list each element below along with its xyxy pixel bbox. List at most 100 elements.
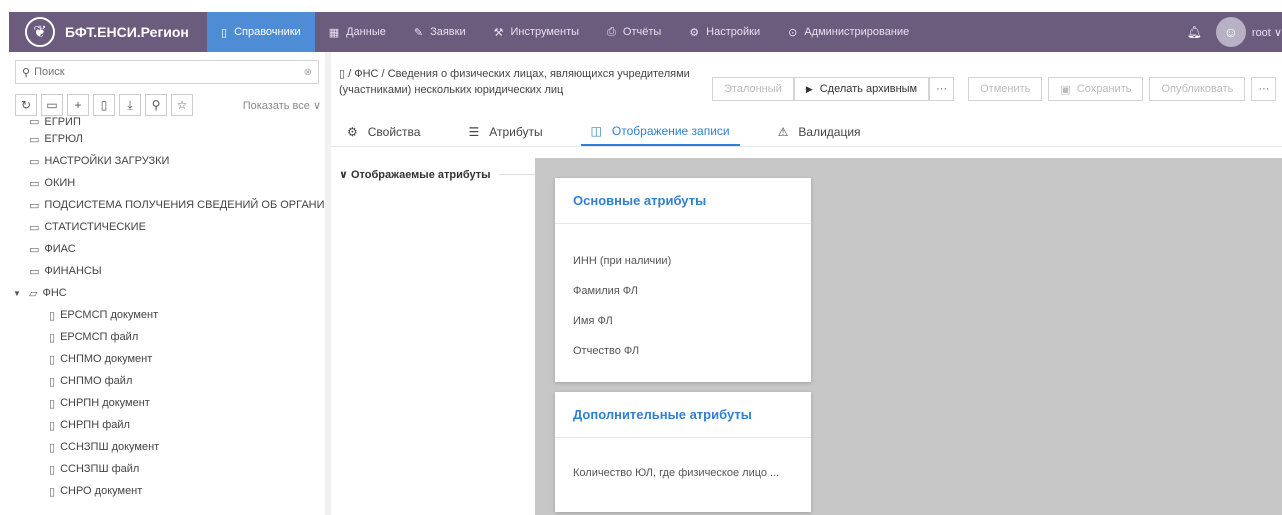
warning-icon: ⚠	[777, 125, 789, 139]
make-archive-button[interactable]: ▶ Сделать архивным	[793, 77, 930, 101]
make-archive-label: Сделать архивным	[819, 83, 918, 95]
user-menu[interactable]: root ∨	[1252, 26, 1282, 39]
tree-item[interactable]: ▯ ЕРСМСП документ	[9, 304, 325, 326]
tree-item[interactable]: ▯ СНПМО документ	[9, 348, 325, 370]
book-icon: ▯	[221, 26, 228, 39]
folder-icon: ▭	[29, 265, 40, 278]
tree-item[interactable]: ▭ ЕГРЮЛ	[9, 128, 325, 150]
tree-item-label: ЕГРИП	[44, 116, 81, 128]
tree-item[interactable]: ▭ НАСТРОЙКИ ЗАГРУЗКИ	[9, 150, 325, 172]
displayed-attributes-toggle[interactable]: ∨ Отображаемые атрибуты	[339, 168, 491, 181]
nav-item-administration[interactable]: ⊙ Администрирование	[774, 12, 923, 52]
tab-label: Свойства	[367, 125, 421, 139]
tree-item[interactable]: ▯ ССНЗПШ документ	[9, 436, 325, 458]
nav-item-requests[interactable]: ✎ Заявки	[400, 12, 480, 52]
tree-item[interactable]: ▭ ФИАС	[9, 238, 325, 260]
nav-item-settings[interactable]: ⚙ Настройки	[675, 12, 774, 52]
tree-item[interactable]: ▭ СТАТИСТИЧЕСКИЕ	[9, 216, 325, 238]
tree-item-expanded[interactable]: ▼ ▱ ФНС	[9, 282, 325, 304]
breadcrumb-text[interactable]: / ФНС / Сведения о физических лицах, явл…	[339, 68, 690, 96]
show-all-dropdown[interactable]: Показать все ∨	[243, 99, 321, 112]
tree-item-label: ФИНАНСЫ	[44, 265, 102, 277]
tree-item[interactable]: ▯ СНПМО файл	[9, 370, 325, 392]
card-body: Количество ЮЛ, где физическое лицо ...	[555, 438, 811, 498]
tree-item-label: ФНС	[42, 287, 67, 299]
directory-tree: ▭ ЕГРИП ▭ ЕГРЮЛ ▭ НАСТРОЙКИ ЗАГРУЗКИ ▭ ОКИН …	[9, 116, 325, 502]
tree-item[interactable]: ▯ СНРПН документ	[9, 392, 325, 414]
favorite-button[interactable]: ☆	[171, 94, 193, 116]
tree-item-label: ССНЗПШ файл	[60, 463, 140, 475]
file-icon: ▯	[49, 397, 56, 410]
nav-item-directories[interactable]: ▯ Справочники	[207, 12, 315, 52]
record-tabs: ⚙ Свойства ☰ Атрибуты ◫ Отображение запи…	[331, 118, 1282, 146]
bell-icon[interactable]: 🔔︎	[1187, 25, 1202, 39]
avatar[interactable]: ☺	[1215, 17, 1246, 47]
attribute-field[interactable]: Количество ЮЛ, где физическое лицо ...	[573, 458, 793, 488]
tab-validation[interactable]: ⚠ Валидация	[768, 118, 871, 146]
tab-label: Атрибуты	[489, 125, 543, 139]
tab-properties[interactable]: ⚙ Свойства	[337, 118, 430, 146]
tree-item[interactable]: ▯ ЕРСМСП файл	[9, 326, 325, 348]
folder-icon: ▭	[29, 177, 40, 190]
folder-icon: ▭	[29, 155, 40, 168]
attribute-field[interactable]: Имя ФЛ	[573, 306, 793, 336]
save-label: Сохранить	[1076, 83, 1132, 95]
tree-item[interactable]: ▭ ОКИН	[9, 172, 325, 194]
folder-icon: ▭	[29, 133, 40, 146]
tree-item-label: ССНЗПШ документ	[60, 441, 160, 453]
nav-item-tools[interactable]: ⚒ Инструменты	[480, 12, 593, 52]
attribute-field[interactable]: ИНН (при наличии)	[573, 246, 793, 276]
list-icon: ☰	[468, 125, 480, 139]
tab-divider	[331, 146, 1282, 147]
card-body: ИНН (при наличии) Фамилия ФЛ Имя ФЛ Отче…	[555, 224, 811, 376]
tree-item[interactable]: ▭ ЕГРИП	[9, 116, 325, 128]
tab-record-display[interactable]: ◫ Отображение записи	[580, 118, 740, 146]
export-button[interactable]: ⤓	[119, 94, 141, 116]
brand[interactable]: ❦ БФТ.ЕНСИ.Регион	[9, 12, 207, 52]
nav-label: Инструменты	[510, 26, 580, 38]
tab-attributes[interactable]: ☰ Атрибуты	[458, 118, 552, 146]
breadcrumb: ▯ / ФНС / Сведения о физических лицах, я…	[339, 66, 699, 98]
nav-item-reports[interactable]: ⎙ Отчёты	[593, 12, 675, 52]
refresh-button[interactable]: ↻	[15, 94, 37, 116]
shield-check-icon: ⊙	[788, 26, 798, 39]
settings-button[interactable]: ⚲	[145, 94, 167, 116]
new-folder-button[interactable]: ▭	[41, 94, 63, 116]
search-input[interactable]	[34, 66, 304, 78]
layout-icon: ◫	[590, 124, 602, 138]
cancel-button[interactable]: Отменить	[968, 77, 1043, 101]
tree-item[interactable]: ▭ ФИНАНСЫ	[9, 260, 325, 282]
brand-name: БФТ.ЕНСИ.Регион	[65, 24, 189, 40]
file-icon: ▯	[49, 375, 56, 388]
tree-item[interactable]: ▯ СНРО документ	[9, 480, 325, 502]
publish-button[interactable]: Опубликовать	[1149, 77, 1246, 101]
add-button[interactable]: +	[67, 94, 89, 116]
attribute-field[interactable]: Фамилия ФЛ	[573, 276, 793, 306]
tree-item-label: ЕРСМСП документ	[60, 309, 159, 321]
more-options-button[interactable]: ···	[1251, 77, 1277, 101]
tab-label: Отображение записи	[611, 124, 730, 138]
tree-item-label: ФИАС	[44, 243, 76, 255]
tab-label: Валидация	[798, 125, 861, 139]
etalon-button[interactable]: Эталонный	[712, 77, 794, 101]
file-icon: ▯	[49, 485, 56, 498]
main-attributes-card[interactable]: Основные атрибуты ИНН (при наличии) Фами…	[555, 178, 811, 382]
caret-down-icon[interactable]: ▼	[13, 289, 25, 298]
card-title: Дополнительные атрибуты	[555, 392, 811, 438]
save-button[interactable]: ▣ Сохранить	[1048, 77, 1144, 101]
tree-item-label: ЕРСМСП файл	[60, 331, 139, 343]
folder-icon: ▭	[29, 221, 40, 234]
tree-item[interactable]: ▭ ПОДСИСТЕМА ПОЛУЧЕНИЯ СВЕДЕНИЙ ОБ ОРГАНИ	[9, 194, 325, 216]
nav-label: Справочники	[234, 26, 301, 38]
document-icon: ▯	[339, 68, 346, 80]
delete-button[interactable]: ▯	[93, 94, 115, 116]
nav-item-data[interactable]: ▦ Данные	[315, 12, 400, 52]
attribute-field[interactable]: Отчество ФЛ	[573, 336, 793, 366]
additional-attributes-card[interactable]: Дополнительные атрибуты Количество ЮЛ, г…	[555, 392, 811, 512]
clear-search-icon[interactable]: ⊗	[304, 67, 312, 78]
tree-item[interactable]: ▯ СНРПН файл	[9, 414, 325, 436]
folder-icon: ▭	[29, 199, 40, 212]
tree-item[interactable]: ▯ ССНЗПШ файл	[9, 458, 325, 480]
more-actions-button[interactable]: ···	[929, 77, 955, 101]
file-icon: ▯	[49, 331, 56, 344]
